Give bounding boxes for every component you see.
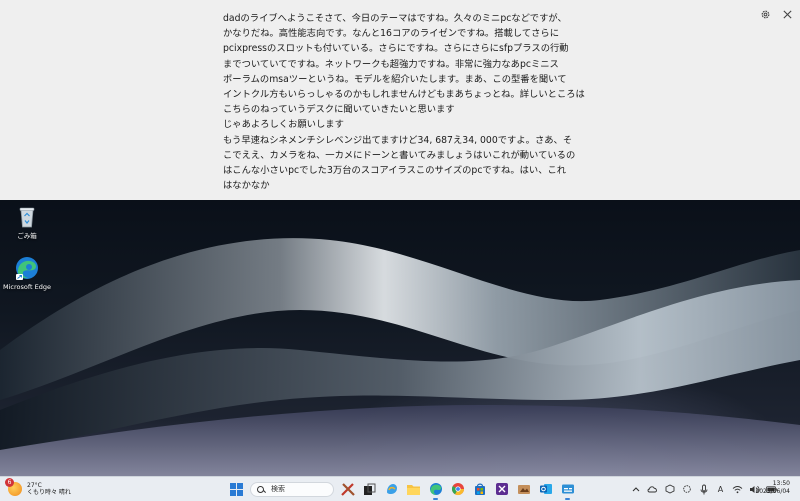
- network-box-icon[interactable]: [664, 484, 675, 495]
- notification-badge: 6: [5, 478, 14, 487]
- caption-line: までついていてですね。ネットワークも超強力ですね。非常に強力なあpcミニス: [223, 58, 559, 70]
- caption-line: こちらのねっていうデスクに聞いていきたいと思います: [223, 104, 455, 116]
- wifi-icon[interactable]: [732, 484, 743, 495]
- edge-icon: [429, 483, 442, 495]
- store-bag-icon: [474, 483, 485, 495]
- microphone-icon[interactable]: [698, 484, 709, 495]
- clock-date: 2025/06/04: [755, 488, 790, 495]
- caption-line: じゃあよろしくお願いします: [223, 119, 344, 131]
- caption-line: ポーラムのmsaツーというね。モデルを紹介いたします。まあ、この型番を聞いて: [223, 73, 567, 85]
- taskbar-search-box[interactable]: 検索: [250, 481, 334, 497]
- taskbar-app-chrome[interactable]: [449, 481, 466, 498]
- start-button[interactable]: [228, 481, 245, 498]
- caption-line: イントクル方もいらっしゃるのかもしれませんけどもまあちょっとね。詳しいところは: [223, 89, 585, 101]
- search-placeholder: 検索: [271, 485, 285, 493]
- recycle-bin-icon: [14, 204, 40, 230]
- taskbar-app-store[interactable]: [471, 481, 488, 498]
- desktop-icon-label: ごみ箱: [17, 232, 37, 240]
- taskbar-app-edge[interactable]: [427, 481, 444, 500]
- caption-line: はこんな小さいpcでした3万台のスコアイラスこのサイズのpcですね。はい、これ: [223, 165, 567, 177]
- taskbar-app-copilot[interactable]: [383, 481, 400, 498]
- ime-mode-indicator[interactable]: A: [715, 484, 726, 495]
- weather-condition: くもり時々 晴れ: [27, 489, 71, 496]
- captions-settings-button[interactable]: [757, 6, 773, 22]
- caption-text: dadのライブへようこそさて、今日のテーマはですね。久々のミニpcなどですが、 …: [223, 11, 585, 193]
- task-view-icon: [364, 483, 376, 495]
- clock-time: 13:50: [772, 480, 790, 487]
- crossed-paddles-icon: [340, 483, 355, 496]
- taskbar-app-live-captions[interactable]: [559, 481, 576, 500]
- desktop-icon-label: Microsoft Edge: [2, 283, 51, 291]
- visual-studio-icon: [495, 483, 508, 495]
- tray-overflow-chevron-icon[interactable]: [630, 484, 641, 495]
- taskbar-app-visual-studio[interactable]: [493, 481, 510, 498]
- live-captions-panel: dadのライブへようこそさて、今日のテーマはですね。久々のミニpcなどですが、 …: [0, 0, 800, 201]
- caption-line: pcixpressのスロットも付いている。さらにですね。さらにさらにsfpプラス…: [223, 43, 569, 55]
- windows-logo-icon: [230, 482, 243, 496]
- weather-temp: 27°C: [27, 482, 42, 489]
- cloud-icon[interactable]: [647, 484, 658, 495]
- taskbar: 6 27°C くもり時々 晴れ 検索 A 13:50 2025/06/04: [0, 476, 800, 501]
- weather-sun-icon: 6: [5, 478, 22, 496]
- desktop-icon-recycle-bin[interactable]: ごみ箱: [0, 204, 54, 240]
- settings-sync-icon[interactable]: [681, 484, 692, 495]
- caption-line: はなかなか: [223, 180, 270, 192]
- taskbar-apps: 検索: [228, 479, 576, 500]
- taskbar-app-photos[interactable]: [515, 481, 532, 498]
- folder-icon: [407, 484, 420, 495]
- desktop-icon-edge[interactable]: Microsoft Edge: [0, 255, 54, 291]
- desktop: ごみ箱 Microsoft Edge: [0, 200, 800, 476]
- taskbar-app-outlook[interactable]: [537, 481, 554, 498]
- outlook-icon: [539, 484, 552, 494]
- taskbar-app-file-explorer[interactable]: [405, 481, 422, 498]
- caption-line: もう早速ねシネメンチシレベンジ出てますけど34, 687え34, 000ですよ。…: [223, 134, 573, 146]
- copilot-icon: [386, 484, 397, 494]
- wallpaper-waves: [0, 238, 800, 476]
- taskbar-clock[interactable]: 13:50 2025/06/04: [755, 480, 790, 496]
- caption-line: こでええ、カメラをね、一カメにドーンと書いてみましょうはいこれが動いているの: [223, 149, 576, 161]
- taskbar-app-task-view[interactable]: [361, 481, 378, 498]
- gear-icon: [761, 10, 769, 18]
- taskbar-app-paddles[interactable]: [339, 481, 356, 498]
- close-icon: [782, 9, 792, 19]
- chrome-icon: [451, 483, 464, 496]
- captions-close-button[interactable]: [779, 6, 795, 22]
- caption-line: かなりだね。高性能志向です。なんと16コアのライゼンですね。搭載してさらに: [223, 28, 560, 40]
- caption-line: dadのライブへようこそさて、今日のテーマはですね。久々のミニpcなどですが、: [223, 13, 567, 24]
- search-icon: [257, 485, 264, 493]
- live-captions-icon: [561, 484, 574, 494]
- weather-widget[interactable]: 6 27°C くもり時々 晴れ: [5, 478, 71, 498]
- tools-icon: [517, 485, 530, 494]
- edge-icon: [14, 255, 40, 281]
